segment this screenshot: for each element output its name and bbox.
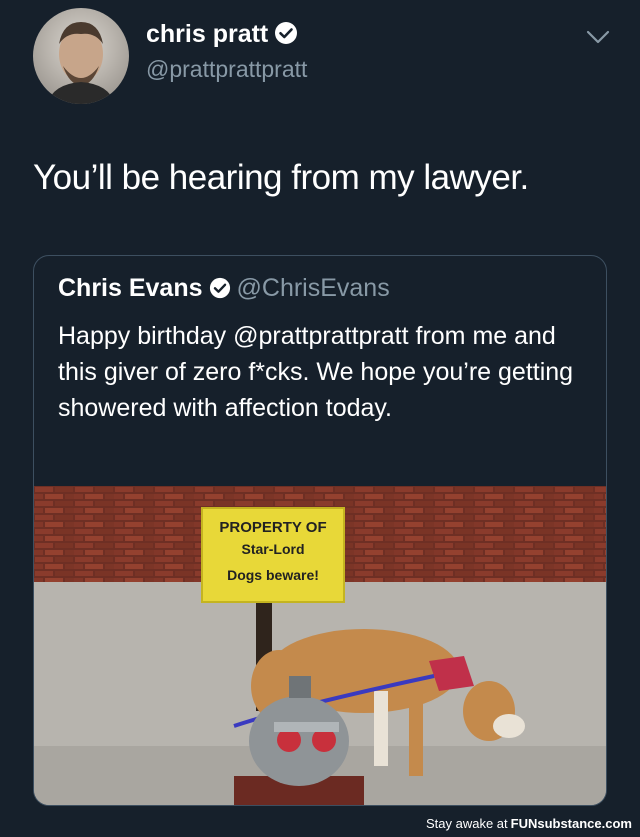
tweet-header: chris pratt @prattprattpratt xyxy=(0,0,640,130)
sign-line-2: Star-Lord xyxy=(242,541,305,557)
watermark-prefix: Stay awake at xyxy=(425,816,508,831)
author-display-name[interactable]: chris pratt xyxy=(146,20,268,48)
watermark-brand: FUNsubstance.com xyxy=(510,816,632,831)
verified-badge-icon xyxy=(274,21,298,52)
sign: PROPERTY OF Star-Lord Dogs beware! xyxy=(201,507,345,603)
watermark-text: Stay awake at FUNsubstance.com xyxy=(426,816,632,831)
watermark-footer: Stay awake at FUNsubstance.com xyxy=(0,812,640,837)
sign-line-1: PROPERTY OF xyxy=(219,519,326,536)
sign-line-3: Dogs beware! xyxy=(227,567,319,583)
chevron-down-icon[interactable] xyxy=(585,28,611,51)
tweet-text: You’ll be hearing from my lawyer. xyxy=(33,158,529,197)
author-handle[interactable]: @prattprattpratt xyxy=(146,56,307,83)
avatar[interactable] xyxy=(33,8,129,104)
quoted-author-row[interactable]: Chris Evans @ChrisEvans xyxy=(58,274,390,306)
quoted-tweet[interactable]: Chris Evans @ChrisEvans Happy birthday @p… xyxy=(33,255,607,806)
verified-badge-icon xyxy=(209,277,231,306)
quoted-tweet-text: Happy birthday @prattprattpratt from me … xyxy=(58,322,574,422)
quoted-handle[interactable]: @ChrisEvans xyxy=(237,274,390,302)
author-name-row[interactable]: chris pratt xyxy=(146,20,298,52)
quoted-display-name[interactable]: Chris Evans xyxy=(58,274,203,302)
quoted-tweet-photo[interactable]: PROPERTY OF Star-Lord Dogs beware! xyxy=(34,486,606,805)
